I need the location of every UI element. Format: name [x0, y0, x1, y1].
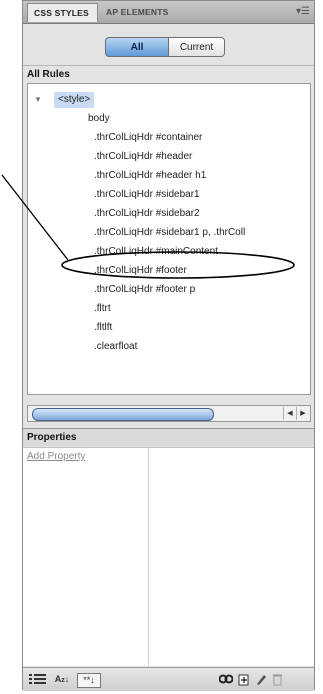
disclosure-triangle-icon[interactable]: ▼ [34, 92, 44, 108]
add-property-link[interactable]: Add Property [27, 451, 85, 462]
rule-item[interactable]: .thrColLiqHdr #sidebar2 [94, 205, 200, 222]
rule-item[interactable]: .thrColLiqHdr #header h1 [94, 167, 206, 184]
rule-item[interactable]: .fltlft [94, 319, 112, 336]
rule-item-main-content[interactable]: .thrColLiqHdr #mainContent [94, 243, 218, 260]
properties-grid: Add Property [23, 447, 314, 666]
alphabetical-view-icon[interactable]: Az↓ [51, 673, 73, 686]
rule-item[interactable]: .clearfloat [94, 338, 137, 355]
all-mode-button[interactable]: All [105, 37, 169, 57]
edit-rule-icon[interactable] [255, 673, 267, 686]
tab-ap-elements[interactable]: AP ELEMENTS [100, 3, 178, 22]
rule-item[interactable]: .thrColLiqHdr #footer [94, 262, 187, 279]
category-view-icon[interactable] [29, 673, 47, 686]
tab-strip: CSS STYLES AP ELEMENTS ▾☰ [23, 1, 314, 24]
tab-css-styles[interactable]: CSS STYLES [27, 3, 98, 22]
properties-header: Properties [23, 428, 314, 446]
bottom-toolbar: Az↓ **↓ [23, 667, 314, 691]
column-divider [148, 448, 149, 666]
mode-toggle: All Current [105, 37, 225, 57]
rule-item[interactable]: .thrColLiqHdr #footer p [94, 281, 195, 298]
delete-rule-icon[interactable] [272, 673, 283, 686]
rule-item[interactable]: .thrColLiqHdr #sidebar1 [94, 186, 200, 203]
current-mode-button[interactable]: Current [169, 37, 225, 57]
horizontal-scrollbar[interactable]: ◀ ▶ [27, 405, 311, 422]
all-rules-header: All Rules [23, 65, 314, 83]
css-styles-panel: CSS STYLES AP ELEMENTS ▾☰ All Current Al… [22, 0, 315, 691]
scroll-left-arrow-icon[interactable]: ◀ [283, 407, 296, 420]
rules-tree: ▼ <style> body .thrColLiqHdr #container … [27, 83, 311, 395]
rule-item[interactable]: .thrColLiqHdr #container [94, 129, 202, 146]
rule-item[interactable]: body [88, 110, 110, 127]
set-properties-icon[interactable]: **↓ [77, 673, 101, 688]
attach-stylesheet-icon[interactable] [218, 673, 234, 686]
panel-menu-icon[interactable]: ▾☰ [296, 6, 310, 17]
scroll-right-arrow-icon[interactable]: ▶ [296, 407, 309, 420]
rule-item[interactable]: .thrColLiqHdr #sidebar1 p, .thrColl [94, 224, 245, 241]
rule-root[interactable]: ▼ <style> [34, 92, 95, 108]
scrollbar-thumb[interactable] [32, 408, 214, 421]
style-root-label[interactable]: <style> [54, 92, 95, 108]
new-rule-icon[interactable] [238, 673, 250, 686]
rule-item[interactable]: .thrColLiqHdr #header [94, 148, 192, 165]
rule-item[interactable]: .fltrt [94, 300, 111, 317]
